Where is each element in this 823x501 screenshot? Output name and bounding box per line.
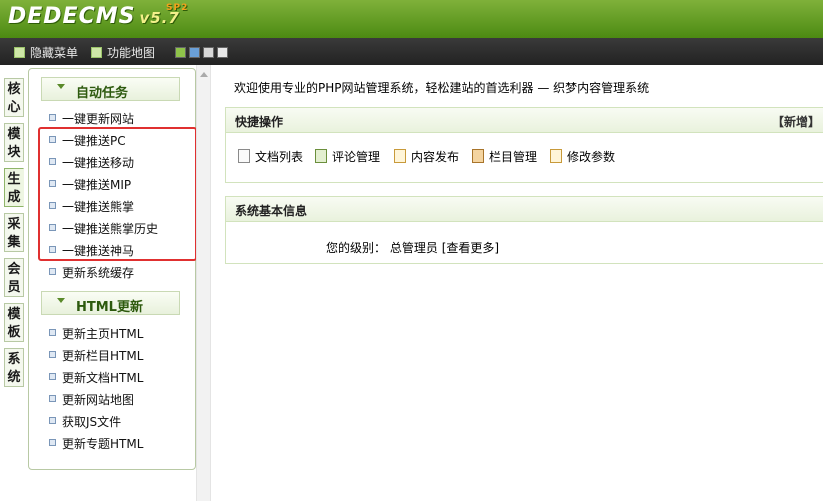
quick-link-label: 内容发布 — [411, 150, 460, 164]
left-tab-strip: 核心 模块 生成 采集 会员 模板 系统 — [4, 78, 28, 393]
panel-title: 快捷操作 — [235, 115, 284, 129]
function-map-label: 功能地图 — [107, 46, 156, 60]
sidebar-item-label: 更新专题HTML — [62, 437, 144, 451]
bullet-icon — [49, 114, 56, 121]
doc-list-link[interactable]: 文档列表 — [238, 148, 303, 165]
hide-menu-label: 隐藏菜单 — [30, 46, 79, 60]
top-header: DEDECMS v5.7 SP2 — [0, 0, 823, 38]
sidebar-item-label: 更新文档HTML — [62, 371, 144, 385]
bullet-icon — [49, 268, 56, 275]
system-info-header: 系统基本信息 — [226, 197, 823, 222]
modify-params-link[interactable]: 修改参数 — [550, 148, 615, 165]
bullet-icon — [49, 439, 56, 446]
bullet-icon — [49, 329, 56, 336]
settings-edit-icon — [550, 149, 562, 163]
quick-link-label: 修改参数 — [567, 150, 616, 164]
tab-collect[interactable]: 采集 — [4, 213, 24, 252]
chevron-down-icon — [57, 298, 65, 303]
quick-actions-header: 快捷操作 【新增】 — [226, 108, 823, 133]
menu-bar: 隐藏菜单 功能地图 — [0, 38, 823, 65]
skin-switcher — [175, 47, 231, 61]
section-title: HTML更新 — [76, 300, 143, 315]
sidebar-item-label: 更新网站地图 — [62, 393, 135, 407]
panel-splitter[interactable] — [196, 65, 211, 501]
comment-manage-link[interactable]: 评论管理 — [315, 148, 380, 165]
sidebar-item-label: 更新栏目HTML — [62, 349, 144, 363]
panel-title: 系统基本信息 — [235, 204, 308, 218]
bullet-icon — [49, 373, 56, 380]
sidebar-item-update-doc[interactable]: 更新文档HTML — [49, 369, 143, 386]
sidebar-item-update-topic[interactable]: 更新专题HTML — [49, 435, 143, 452]
section-html-update[interactable]: HTML更新 — [41, 291, 180, 315]
column-manage-link[interactable]: 栏目管理 — [472, 148, 537, 165]
sidebar-item-label: 更新主页HTML — [62, 327, 144, 341]
sidebar-item-update-cache[interactable]: 更新系统缓存 — [49, 264, 134, 281]
sidebar-item-update-column[interactable]: 更新栏目HTML — [49, 347, 143, 364]
tab-system[interactable]: 系统 — [4, 348, 24, 387]
skin-gray-button[interactable] — [203, 47, 214, 58]
tab-generate[interactable]: 生成 — [4, 168, 24, 207]
hide-menu-button[interactable]: 隐藏菜单 — [14, 44, 78, 61]
skin-green-button[interactable] — [175, 47, 186, 58]
folder-icon — [472, 149, 484, 163]
view-more-link[interactable]: [查看更多] — [442, 241, 499, 255]
level-value: 总管理员 — [389, 241, 438, 255]
document-icon — [238, 149, 250, 163]
quick-link-label: 评论管理 — [332, 150, 381, 164]
hide-menu-icon — [14, 47, 25, 58]
function-map-icon — [91, 47, 102, 58]
user-level-row: 您的级别： 总管理员 [查看更多] — [326, 239, 499, 256]
edit-icon — [394, 149, 406, 163]
sidebar-item-update-site[interactable]: 一键更新网站 — [49, 110, 134, 127]
system-info-panel: 系统基本信息 您的级别： 总管理员 [查看更多] — [225, 196, 823, 264]
quick-actions-panel: 快捷操作 【新增】 文档列表 评论管理 内容发布 栏目管理 修改参数 — [225, 107, 823, 183]
chevron-down-icon — [57, 84, 65, 89]
level-label: 您的级别： — [326, 241, 387, 255]
sidebar-item-get-js[interactable]: 获取JS文件 — [49, 413, 121, 430]
content-publish-link[interactable]: 内容发布 — [394, 148, 459, 165]
logo-text: DEDECMS — [8, 4, 136, 29]
sidebar-item-label: 获取JS文件 — [62, 415, 122, 429]
quick-link-label: 文档列表 — [255, 150, 304, 164]
highlight-box — [38, 127, 197, 261]
bullet-icon — [49, 417, 56, 424]
welcome-text: 欢迎使用专业的PHP网站管理系统，轻松建站的首选利器 — 织梦内容管理系统 — [234, 81, 650, 95]
bullet-icon — [49, 395, 56, 402]
edition-tag: SP2 — [166, 3, 189, 13]
skin-light-button[interactable] — [217, 47, 228, 58]
comment-icon — [315, 149, 327, 163]
tab-member[interactable]: 会员 — [4, 258, 24, 297]
skin-blue-button[interactable] — [189, 47, 200, 58]
sidebar-item-label: 一键更新网站 — [62, 112, 135, 126]
section-title: 自动任务 — [76, 86, 129, 101]
tab-module[interactable]: 模块 — [4, 123, 24, 162]
scroll-up-icon[interactable] — [200, 72, 208, 77]
bullet-icon — [49, 351, 56, 358]
add-shortcut-link[interactable]: 【新增】 — [772, 113, 820, 130]
function-map-button[interactable]: 功能地图 — [91, 44, 155, 61]
quick-link-label: 栏目管理 — [489, 150, 538, 164]
tab-template[interactable]: 模板 — [4, 303, 24, 342]
dedecms-logo: DEDECMS v5.7 SP2 — [8, 3, 187, 29]
sidebar-item-update-sitemap[interactable]: 更新网站地图 — [49, 391, 134, 408]
sidebar-item-update-home[interactable]: 更新主页HTML — [49, 325, 143, 342]
tab-core[interactable]: 核心 — [4, 78, 24, 117]
sidebar-item-label: 更新系统缓存 — [62, 266, 135, 280]
section-auto-tasks[interactable]: 自动任务 — [41, 77, 180, 101]
